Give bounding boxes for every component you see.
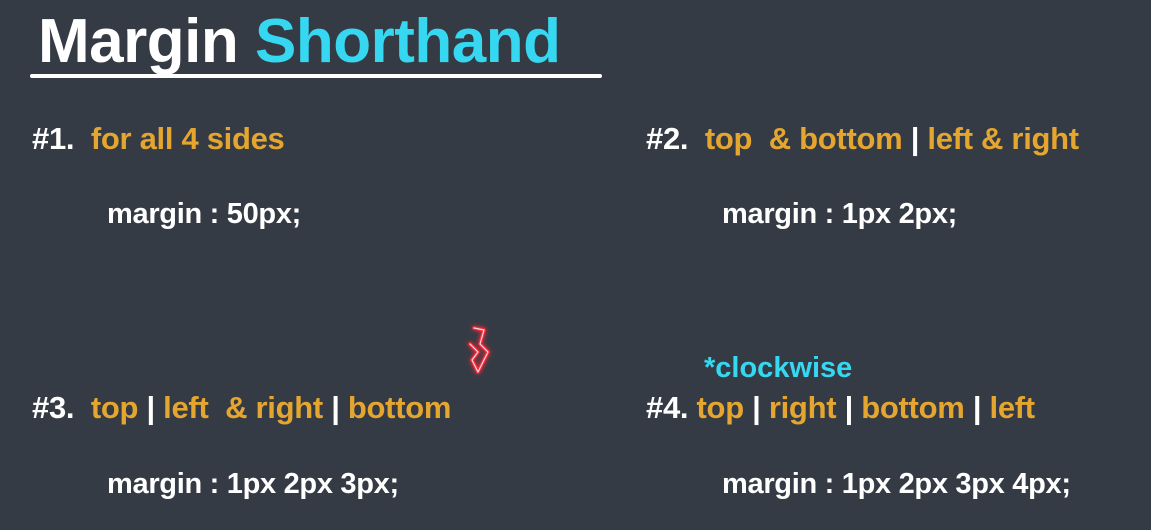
section-1-text: for all 4 sides (90, 121, 285, 156)
separator: | (972, 390, 982, 425)
title-word-shorthand: Shorthand (254, 7, 561, 76)
section-3-number: #3. (32, 390, 75, 425)
section-1-heading: #1. for all 4 sides (32, 119, 285, 159)
section-2-number: #2. (646, 121, 689, 156)
separator: | (844, 390, 854, 425)
page-title: Margin Shorthand (38, 2, 561, 82)
section-4-heading: #4. top | right | bottom | left (646, 388, 1035, 428)
title-word-margin: Margin (38, 7, 239, 76)
section-3-text-b: left & right (163, 390, 323, 425)
section-4-text-a: top (696, 390, 745, 425)
section-4-text-c: bottom (861, 390, 965, 425)
section-2-code: margin : 1px 2px; (722, 198, 958, 230)
section-4-text-b: right (768, 390, 837, 425)
title-underline (30, 74, 602, 78)
section-4-number: #4. (646, 390, 689, 425)
clockwise-note: *clockwise (704, 352, 853, 384)
red-pointer-icon (468, 326, 490, 374)
section-3-heading: #3. top | left & right | bottom (32, 388, 451, 428)
section-3-text-a: top (90, 390, 139, 425)
section-3-text-c: bottom (347, 390, 452, 425)
section-2-text-b: left & right (927, 121, 1079, 156)
separator: | (910, 121, 920, 156)
section-1-code: margin : 50px; (107, 198, 302, 230)
separator: | (146, 390, 155, 425)
section-2-text-a: top & bottom (704, 121, 903, 156)
section-4-text-d: left (989, 390, 1036, 425)
section-4-code: margin : 1px 2px 3px 4px; (722, 468, 1071, 500)
section-1-number: #1. (32, 121, 75, 156)
section-3-code: margin : 1px 2px 3px; (107, 468, 399, 500)
section-2-heading: #2. top & bottom | left & right (646, 119, 1079, 159)
separator: | (331, 390, 340, 425)
separator: | (752, 390, 761, 425)
